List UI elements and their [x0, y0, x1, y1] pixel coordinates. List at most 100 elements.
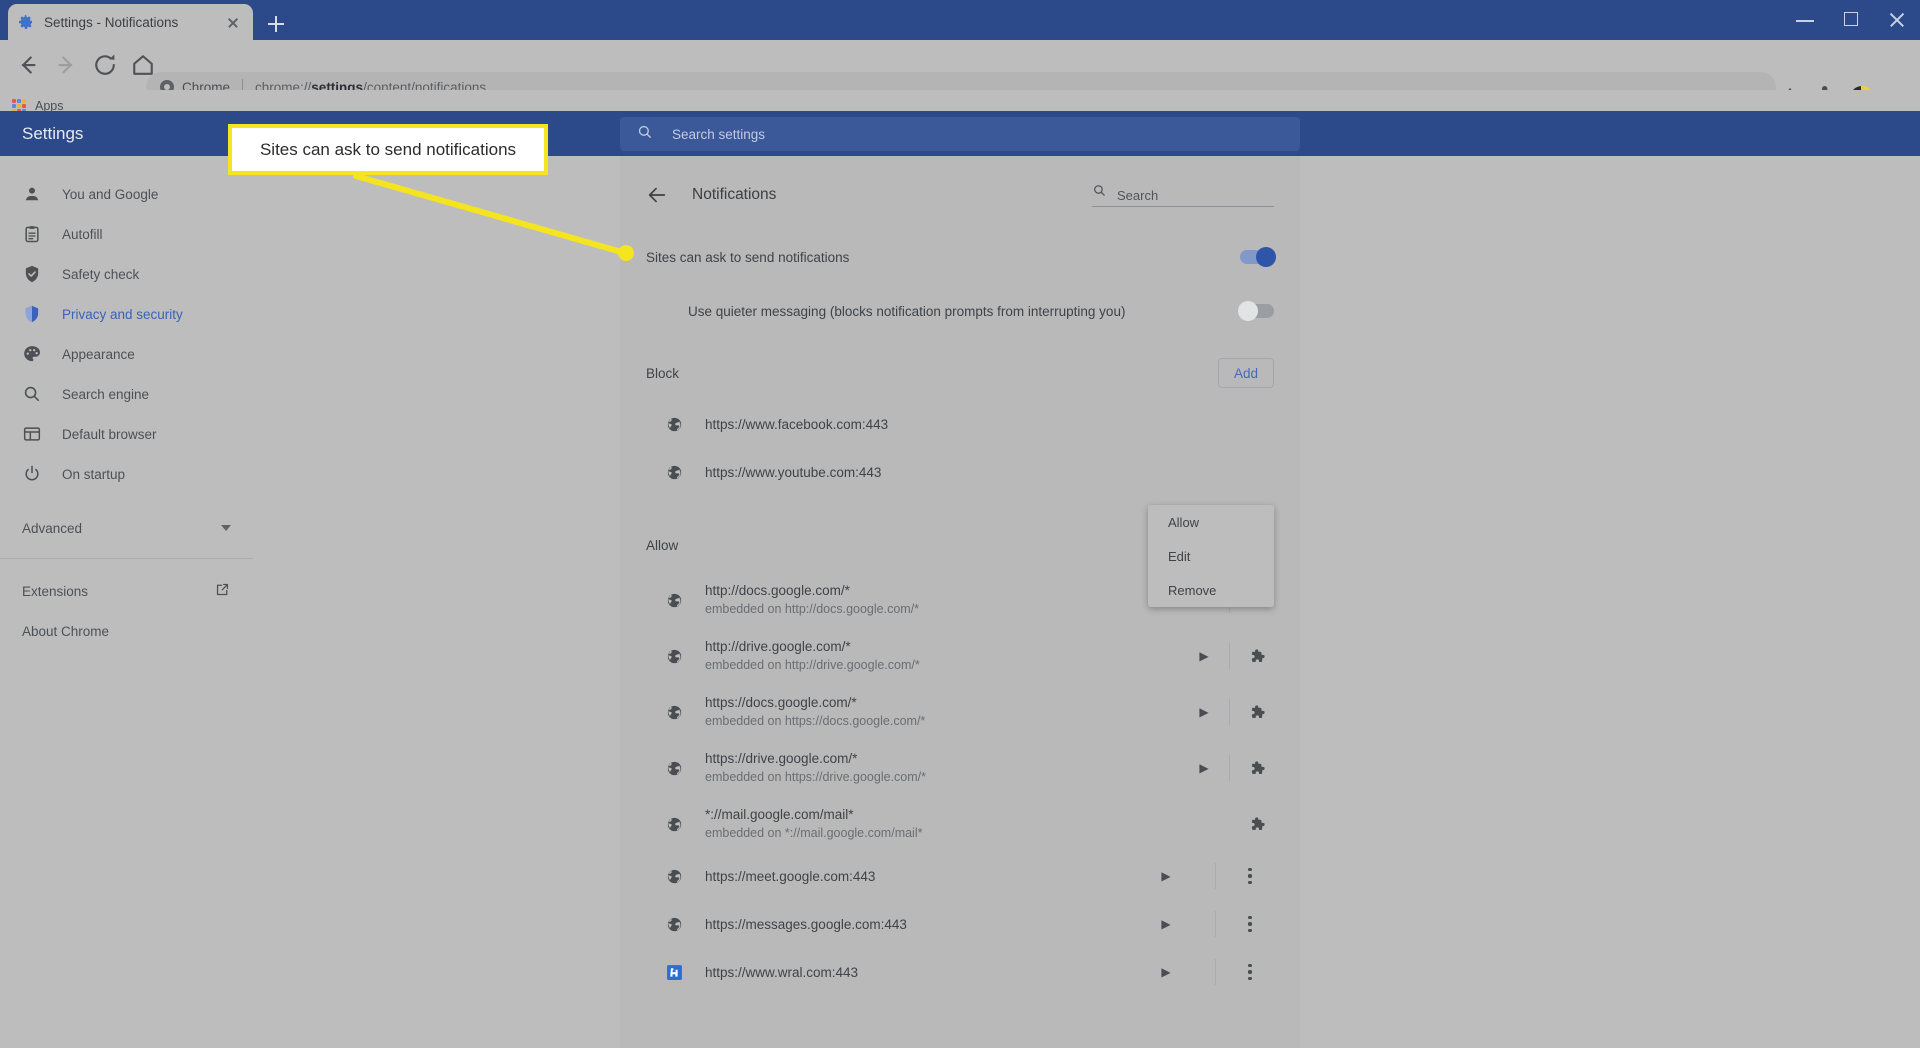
chevron-right-icon[interactable]: ▶ [1189, 649, 1219, 663]
power-icon [22, 464, 42, 484]
site-url: http://drive.google.com/* [705, 639, 851, 654]
block-add-button[interactable]: Add [1218, 358, 1274, 388]
chevron-right-icon[interactable]: ▶ [1151, 869, 1181, 883]
sidebar-item-label: You and Google [62, 186, 159, 202]
reload-icon[interactable] [90, 50, 120, 80]
list-item-text: *://mail.google.com/mail* embedded on *:… [705, 805, 922, 843]
list-item[interactable]: https://messages.google.com:443 ▶ [620, 900, 1300, 948]
sidebar-item-on-startup[interactable]: On startup [0, 454, 253, 494]
site-embedded-on: embedded on https://drive.google.com/* [705, 770, 926, 784]
sidebar-item-appearance[interactable]: Appearance [0, 334, 253, 374]
browser-tab[interactable]: Settings - Notifications [8, 4, 253, 40]
three-dot-menu-icon[interactable] [1226, 964, 1274, 980]
puzzle-piece-icon[interactable] [1240, 647, 1274, 666]
list-item-text: https://drive.google.com/* embedded on h… [705, 749, 926, 787]
context-menu-item-allow[interactable]: Allow [1148, 505, 1274, 539]
list-item[interactable]: https://drive.google.com/* embedded on h… [620, 740, 1300, 796]
window-close-button[interactable] [1874, 0, 1920, 40]
action-divider [1229, 755, 1230, 781]
list-item[interactable]: https://docs.google.com/* embedded on ht… [620, 684, 1300, 740]
sidebar-item-autofill[interactable]: Autofill [0, 214, 253, 254]
site-url: *://mail.google.com/mail* [705, 807, 854, 822]
toggle-knob [1238, 301, 1258, 321]
list-item-text: https://www.youtube.com:443 [705, 463, 881, 482]
site-url: https://www.youtube.com:443 [705, 464, 882, 480]
action-divider [1215, 959, 1216, 985]
list-item[interactable]: https://www.facebook.com:443 [620, 400, 1300, 448]
browser-toolbar: Chrome chrome://settings/content/notific… [0, 40, 1920, 110]
site-url: https://meet.google.com:443 [705, 868, 876, 884]
sidebar-item-extensions[interactable]: Extensions [0, 571, 253, 611]
site-embedded-on: embedded on http://docs.google.com/* [705, 602, 920, 616]
toggle-label: Sites can ask to send notifications [646, 249, 850, 265]
settings-search-box[interactable]: Search settings [620, 117, 1300, 151]
puzzle-piece-icon[interactable] [1240, 815, 1274, 834]
context-menu-item-edit[interactable]: Edit [1148, 539, 1274, 573]
list-item[interactable]: *://mail.google.com/mail* embedded on *:… [620, 796, 1300, 852]
sidebar-item-label: Privacy and security [62, 306, 183, 322]
sidebar-item-label: On startup [62, 466, 126, 482]
toggle-row-sites-can-ask[interactable]: Sites can ask to send notifications [620, 234, 1300, 280]
search-icon [636, 123, 654, 146]
content-search-field[interactable]: Search [1092, 183, 1274, 207]
list-item-actions: ▶ [1151, 863, 1274, 889]
window-controls [1782, 0, 1920, 40]
annotation-callout: Sites can ask to send notifications [228, 124, 548, 175]
list-item-actions: ▶ [1189, 755, 1274, 781]
tab-close-icon[interactable] [223, 12, 243, 32]
settings-brand-title: Settings [22, 124, 84, 143]
globe-icon [666, 816, 683, 833]
list-item-actions: ▶ [1151, 911, 1274, 937]
sidebar-extensions-label: Extensions [22, 583, 89, 599]
shield-icon [22, 304, 42, 324]
list-item[interactable]: https://www.youtube.com:443 [620, 448, 1300, 496]
sidebar-item-about-chrome[interactable]: About Chrome [0, 611, 253, 651]
window-maximize-button[interactable] [1828, 0, 1874, 40]
puzzle-piece-icon[interactable] [1240, 759, 1274, 778]
three-dot-menu-icon[interactable] [1226, 916, 1274, 932]
sidebar-item-you-and-google[interactable]: You and Google [0, 174, 253, 214]
chevron-right-icon[interactable]: ▶ [1189, 705, 1219, 719]
back-arrow-icon[interactable] [12, 50, 42, 80]
list-item[interactable]: http://drive.google.com/* embedded on ht… [620, 628, 1300, 684]
sidebar-item-privacy-and-security[interactable]: Privacy and security [0, 294, 253, 334]
action-divider [1229, 699, 1230, 725]
new-tab-button[interactable] [262, 10, 290, 38]
list-item-actions: ▶ [1189, 643, 1274, 669]
window-minimize-button[interactable] [1782, 0, 1828, 40]
gear-icon [18, 14, 34, 30]
context-menu-item-remove[interactable]: Remove [1148, 573, 1274, 607]
back-arrow-icon[interactable] [646, 184, 668, 206]
chevron-right-icon[interactable]: ▶ [1151, 917, 1181, 931]
action-divider [1229, 643, 1230, 669]
toggle-label: Use quieter messaging (blocks notificati… [688, 303, 1126, 319]
list-item[interactable]: https://meet.google.com:443 ▶ [620, 852, 1300, 900]
chevron-right-icon[interactable]: ▶ [1151, 965, 1181, 979]
settings-sidebar: You and Google Autofill Safety check Pri… [0, 156, 253, 1048]
site-url: https://www.wral.com:443 [705, 964, 859, 980]
puzzle-piece-icon[interactable] [1240, 703, 1274, 722]
search-icon [1092, 183, 1107, 203]
forward-arrow-icon[interactable] [52, 50, 82, 80]
quieter-messaging-toggle[interactable] [1238, 301, 1274, 321]
sidebar-item-safety-check[interactable]: Safety check [0, 254, 253, 294]
site-embedded-on: embedded on https://docs.google.com/* [705, 714, 926, 728]
browser-tab-title: Settings - Notifications [44, 14, 179, 30]
sidebar-item-default-browser[interactable]: Default browser [0, 414, 253, 454]
list-item-actions [1240, 815, 1274, 834]
block-section-header: Block Add [620, 346, 1300, 400]
sites-can-ask-toggle[interactable] [1240, 247, 1276, 267]
three-dot-menu-icon[interactable] [1226, 868, 1274, 884]
sidebar-item-advanced[interactable]: Advanced [0, 508, 253, 548]
toggle-knob [1256, 247, 1276, 267]
site-embedded-on: embedded on *://mail.google.com/mail* [705, 826, 923, 840]
action-divider [1215, 911, 1216, 937]
toggle-row-quieter-messaging[interactable]: Use quieter messaging (blocks notificati… [620, 288, 1300, 334]
sidebar-item-label: Appearance [62, 346, 135, 362]
sidebar-item-label: Search engine [62, 386, 150, 402]
sidebar-item-search-engine[interactable]: Search engine [0, 374, 253, 414]
list-item-actions: ▶ [1151, 959, 1274, 985]
list-item[interactable]: https://www.wral.com:443 ▶ [620, 948, 1300, 996]
chevron-right-icon[interactable]: ▶ [1189, 761, 1219, 775]
browser-tab-strip: Settings - Notifications [0, 0, 1920, 40]
